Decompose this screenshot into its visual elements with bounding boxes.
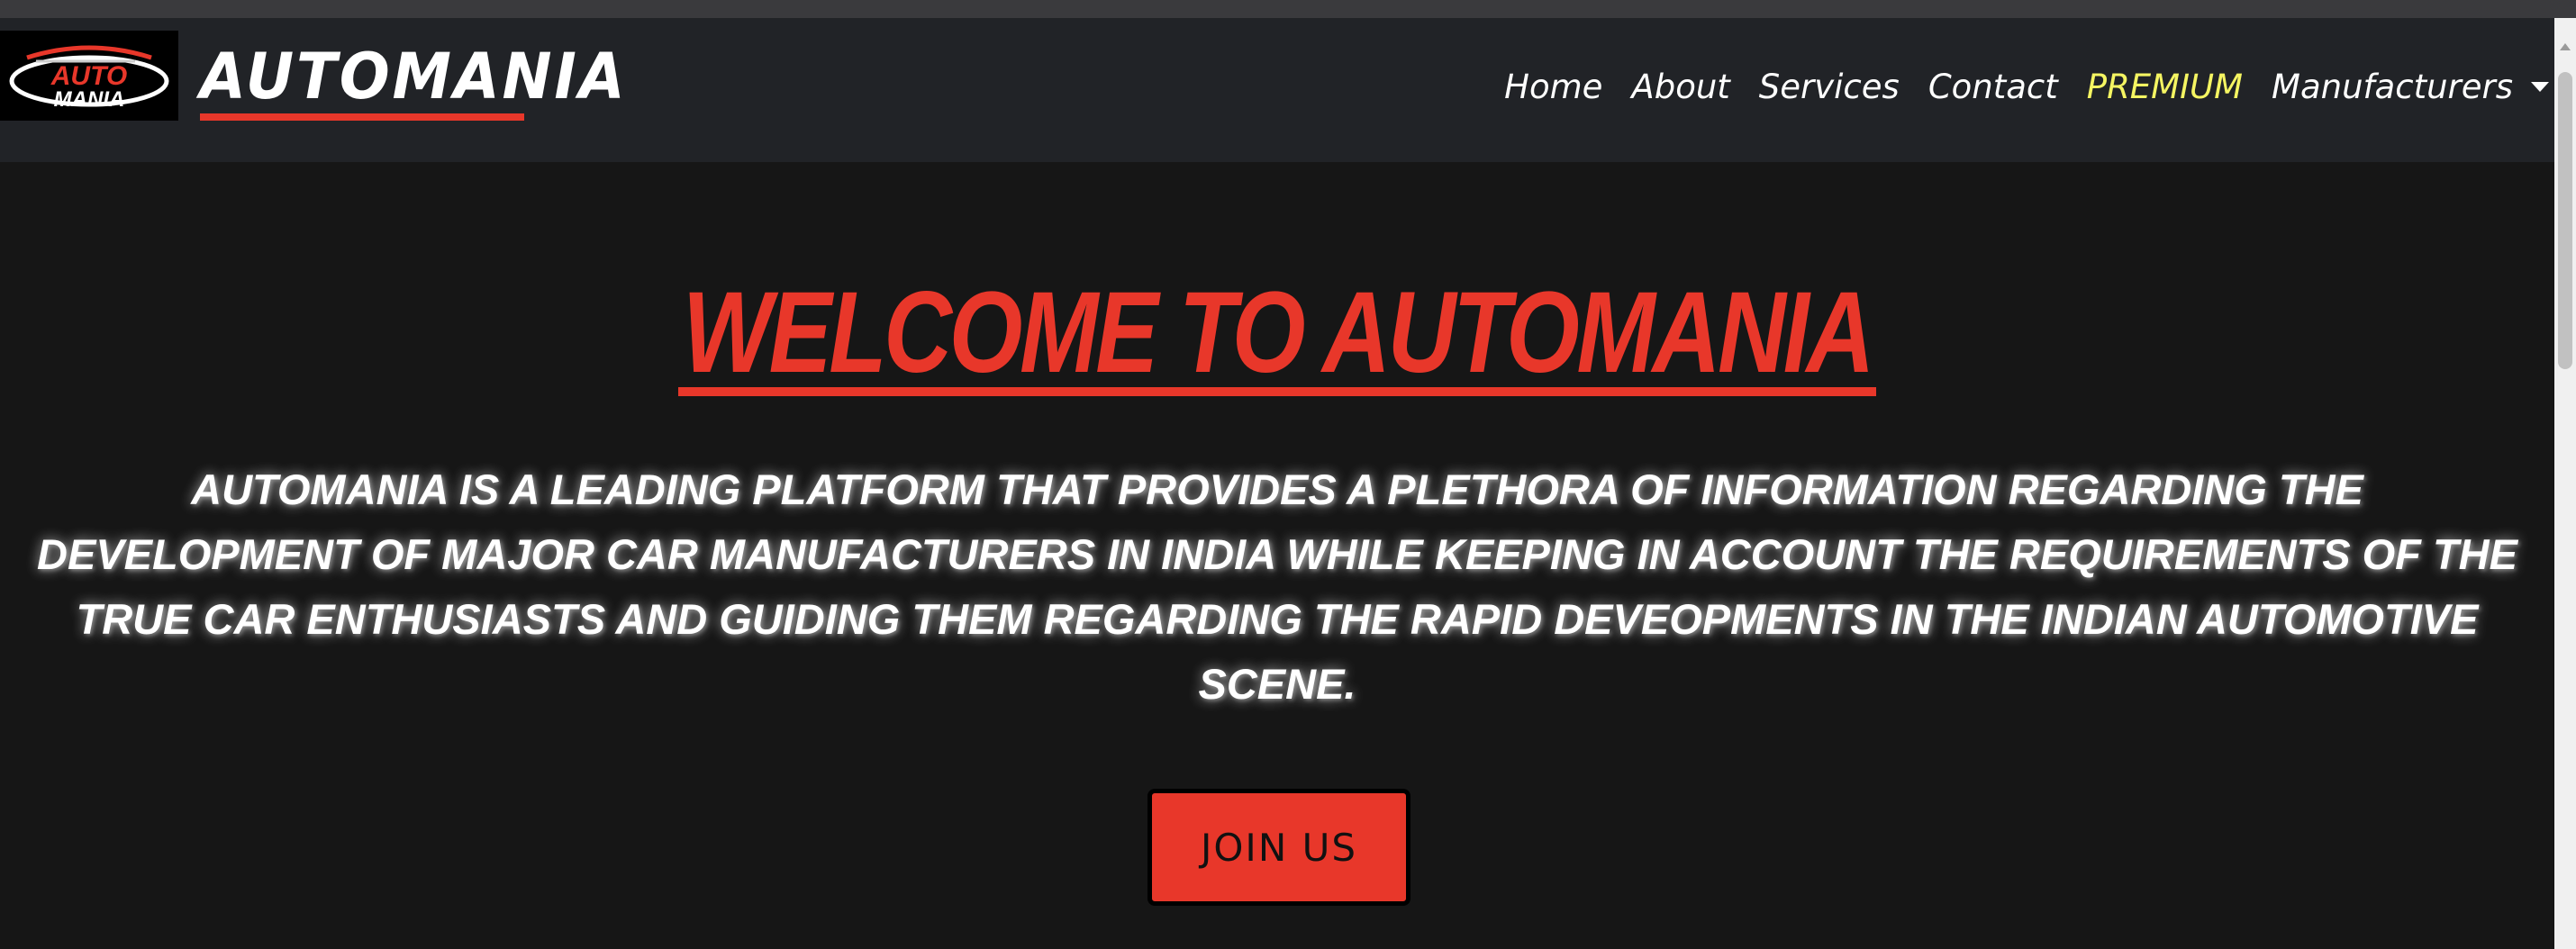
logo[interactable]: AUTO MANIA: [0, 31, 178, 121]
scrollbar[interactable]: [2554, 18, 2576, 949]
hero-title-text: WELCOME TO AUTOMANIA: [677, 276, 1877, 396]
scroll-up-arrow-icon[interactable]: [2560, 43, 2571, 50]
hero-description-line: AUTOMANIA IS A LEADING PLATFORM THAT PRO…: [191, 465, 2363, 513]
hero-description-line: TRUE CAR ENTHUSIASTS AND GUIDING THEM RE…: [76, 595, 2479, 643]
hero-title: WELCOME TO AUTOMANIA: [0, 270, 2554, 396]
nav-premium[interactable]: PREMIUM: [2087, 68, 2243, 106]
brand-name[interactable]: AUTOMANIA: [200, 38, 627, 115]
hero-description: AUTOMANIA IS A LEADING PLATFORM THAT PRO…: [0, 457, 2554, 717]
browser-top-strip: [0, 0, 2576, 18]
caret-down-icon: [2531, 81, 2549, 92]
join-us-button[interactable]: JOIN US: [1147, 789, 1410, 906]
nav-contact[interactable]: Contact: [1928, 68, 2058, 106]
nav-manufacturers-label: Manufacturers: [2272, 67, 2513, 106]
main-nav: Home About Services Contact PREMIUM Manu…: [1504, 59, 2549, 113]
nav-manufacturers-dropdown[interactable]: Manufacturers: [2272, 68, 2549, 106]
hero-description-line: DEVELOPMENT OF MAJOR CAR MANUFACTURERS I…: [37, 530, 2517, 578]
logo-text-bottom: MANIA: [54, 87, 125, 112]
brand-underline: [200, 113, 524, 121]
hero-description-line: SCENE.: [1198, 660, 1356, 708]
logo-graphic: AUTO MANIA: [9, 45, 169, 112]
nav-services[interactable]: Services: [1759, 68, 1900, 106]
nav-about[interactable]: About: [1631, 68, 1729, 106]
nav-home[interactable]: Home: [1504, 68, 1602, 106]
scrollbar-thumb[interactable]: [2558, 72, 2572, 369]
